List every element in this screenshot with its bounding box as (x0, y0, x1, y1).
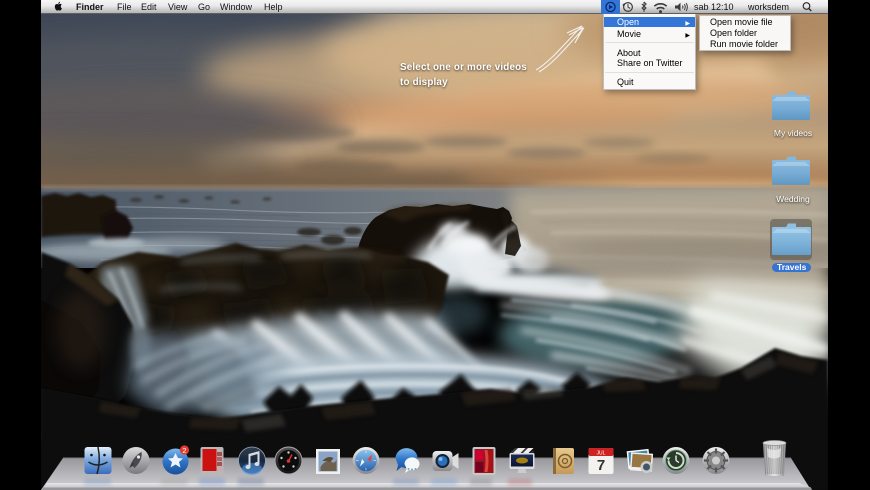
svg-text:2: 2 (182, 446, 186, 455)
svg-text:7: 7 (597, 457, 605, 474)
svg-text:JUL: JUL (597, 451, 606, 457)
